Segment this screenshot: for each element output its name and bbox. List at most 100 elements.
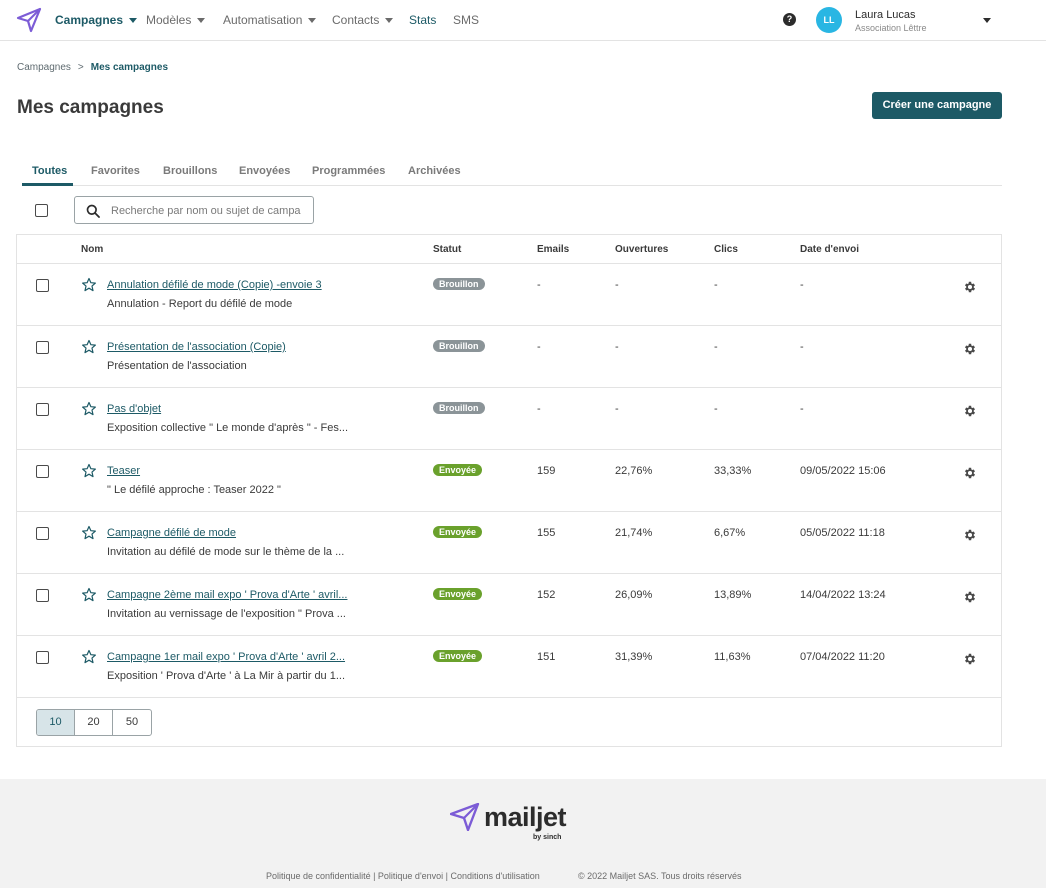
campaign-name-link[interactable]: Présentation de l'association (Copie) xyxy=(107,341,286,353)
chevron-down-icon xyxy=(385,17,394,23)
campaign-name-link[interactable]: Annulation défilé de mode (Copie) -envoi… xyxy=(107,279,322,291)
table-row: Campagne 2ème mail expo ' Prova d'Arte '… xyxy=(17,574,1001,636)
active-tab-indicator xyxy=(22,183,73,186)
top-navigation: Campagnes Modèles Automatisation Contact… xyxy=(0,0,1046,41)
nav-label: Campagnes xyxy=(55,13,124,27)
row-checkbox[interactable] xyxy=(36,651,49,664)
send-date-value: 14/04/2022 13:24 xyxy=(800,589,886,601)
status-badge: Envoyée xyxy=(433,588,483,600)
star-icon[interactable] xyxy=(81,587,97,603)
opens-value: 31,39% xyxy=(615,651,653,663)
clicks-value: 11,63% xyxy=(714,651,751,663)
row-checkbox[interactable] xyxy=(36,589,49,602)
opens-value: 21,74% xyxy=(615,527,653,539)
gear-icon[interactable] xyxy=(963,342,977,356)
row-checkbox[interactable] xyxy=(36,279,49,292)
row-checkbox[interactable] xyxy=(36,403,49,416)
tab-archivees[interactable]: Archivées xyxy=(408,165,461,177)
opens-value: - xyxy=(615,341,619,353)
help-icon[interactable]: ? xyxy=(783,13,796,26)
opens-value: 26,09% xyxy=(615,589,653,601)
page-size-option[interactable]: 20 xyxy=(75,710,113,735)
gear-icon[interactable] xyxy=(963,590,977,604)
gear-icon[interactable] xyxy=(963,466,977,480)
clicks-value: - xyxy=(714,403,718,415)
emails-value: 155 xyxy=(537,527,556,539)
avatar[interactable]: LL xyxy=(816,7,842,33)
status-badge: Brouillon xyxy=(433,278,485,290)
star-icon[interactable] xyxy=(81,277,97,293)
campaigns-table: Nom Statut Emails Ouvertures Clics Date … xyxy=(16,234,1002,747)
campaign-name-link[interactable]: Teaser xyxy=(107,465,140,477)
status-badge: Envoyée xyxy=(433,650,483,662)
create-campaign-button[interactable]: Créer une campagne xyxy=(872,92,1002,119)
row-checkbox[interactable] xyxy=(36,465,49,478)
star-icon[interactable] xyxy=(81,525,97,541)
footer-by-sinch: by sinch xyxy=(533,834,562,841)
row-checkbox[interactable] xyxy=(36,527,49,540)
emails-value: - xyxy=(537,403,541,415)
tab-brouillons[interactable]: Brouillons xyxy=(163,165,217,177)
mailjet-logo-icon[interactable] xyxy=(16,7,42,33)
gear-icon[interactable] xyxy=(963,280,977,294)
nav-stats[interactable]: Stats xyxy=(409,13,436,27)
user-name[interactable]: Laura Lucas xyxy=(855,9,916,21)
search-input[interactable] xyxy=(111,202,307,219)
star-icon[interactable] xyxy=(81,463,97,479)
mailjet-logo-icon xyxy=(450,803,480,831)
chevron-down-icon xyxy=(308,17,317,23)
footer: mailjet by sinch Politique de confidenti… xyxy=(0,779,1046,888)
row-checkbox[interactable] xyxy=(36,341,49,354)
tab-envoyees[interactable]: Envoyées xyxy=(239,165,290,177)
tab-favorites[interactable]: Favorites xyxy=(91,165,140,177)
search-icon xyxy=(86,204,100,218)
chevron-down-icon xyxy=(197,17,206,23)
column-header-name: Nom xyxy=(81,244,104,255)
footer-links[interactable]: Politique de confidentialité | Politique… xyxy=(266,871,540,881)
search-box xyxy=(74,196,314,224)
page-size-option[interactable]: 50 xyxy=(113,710,151,735)
star-icon[interactable] xyxy=(81,649,97,665)
status-badge: Envoyée xyxy=(433,526,483,538)
campaign-name-link[interactable]: Pas d'objet xyxy=(107,403,161,415)
send-date-value: - xyxy=(800,403,804,415)
page-size-option[interactable]: 10 xyxy=(37,710,75,735)
nav-contacts[interactable]: Contacts xyxy=(332,13,394,27)
tab-toutes[interactable]: Toutes xyxy=(32,165,67,177)
emails-value: 159 xyxy=(537,465,556,477)
gear-icon[interactable] xyxy=(963,528,977,542)
clicks-value: - xyxy=(714,341,718,353)
send-date-value: 05/05/2022 11:18 xyxy=(800,527,885,539)
campaign-name-link[interactable]: Campagne 2ème mail expo ' Prova d'Arte '… xyxy=(107,589,347,601)
campaign-subject: Annulation - Report du défilé de mode xyxy=(107,298,293,310)
table-header: Nom Statut Emails Ouvertures Clics Date … xyxy=(17,235,1001,264)
select-all-checkbox[interactable] xyxy=(35,204,48,217)
gear-icon[interactable] xyxy=(963,652,977,666)
campaign-subject: Exposition collective " Le monde d'après… xyxy=(107,422,349,434)
footer-copyright: © 2022 Mailjet SAS. Tous droits réservés xyxy=(578,871,742,881)
tab-programmees[interactable]: Programmées xyxy=(312,165,385,177)
gear-icon[interactable] xyxy=(963,404,977,418)
nav-sms[interactable]: SMS xyxy=(453,13,479,27)
campaign-subject: Invitation au vernissage de l'exposition… xyxy=(107,608,346,620)
clicks-value: 33,33% xyxy=(714,465,752,477)
star-icon[interactable] xyxy=(81,339,97,355)
nav-label: Automatisation xyxy=(223,13,303,27)
page-size-selector: 10 20 50 xyxy=(36,709,152,736)
nav-label: Modèles xyxy=(146,13,192,27)
breadcrumb-root[interactable]: Campagnes xyxy=(17,62,71,73)
breadcrumb-current: Mes campagnes xyxy=(90,62,169,73)
nav-campagnes[interactable]: Campagnes xyxy=(55,13,138,27)
nav-automatisation[interactable]: Automatisation xyxy=(223,13,317,27)
opens-value: - xyxy=(615,279,619,291)
breadcrumb: Campagnes > Mes campagnes xyxy=(17,62,168,73)
campaign-name-link[interactable]: Campagne défilé de mode xyxy=(107,527,236,539)
user-menu-chevron-icon[interactable] xyxy=(983,18,991,23)
table-row: Présentation de l'association (Copie) Pr… xyxy=(17,326,1001,388)
campaign-name-link[interactable]: Campagne 1er mail expo ' Prova d'Arte ' … xyxy=(107,651,345,663)
status-badge: Brouillon xyxy=(433,340,485,352)
table-row: Pas d'objet Exposition collective " Le m… xyxy=(17,388,1001,450)
nav-label: Stats xyxy=(409,13,437,27)
star-icon[interactable] xyxy=(81,401,97,417)
nav-modeles[interactable]: Modèles xyxy=(146,13,206,27)
